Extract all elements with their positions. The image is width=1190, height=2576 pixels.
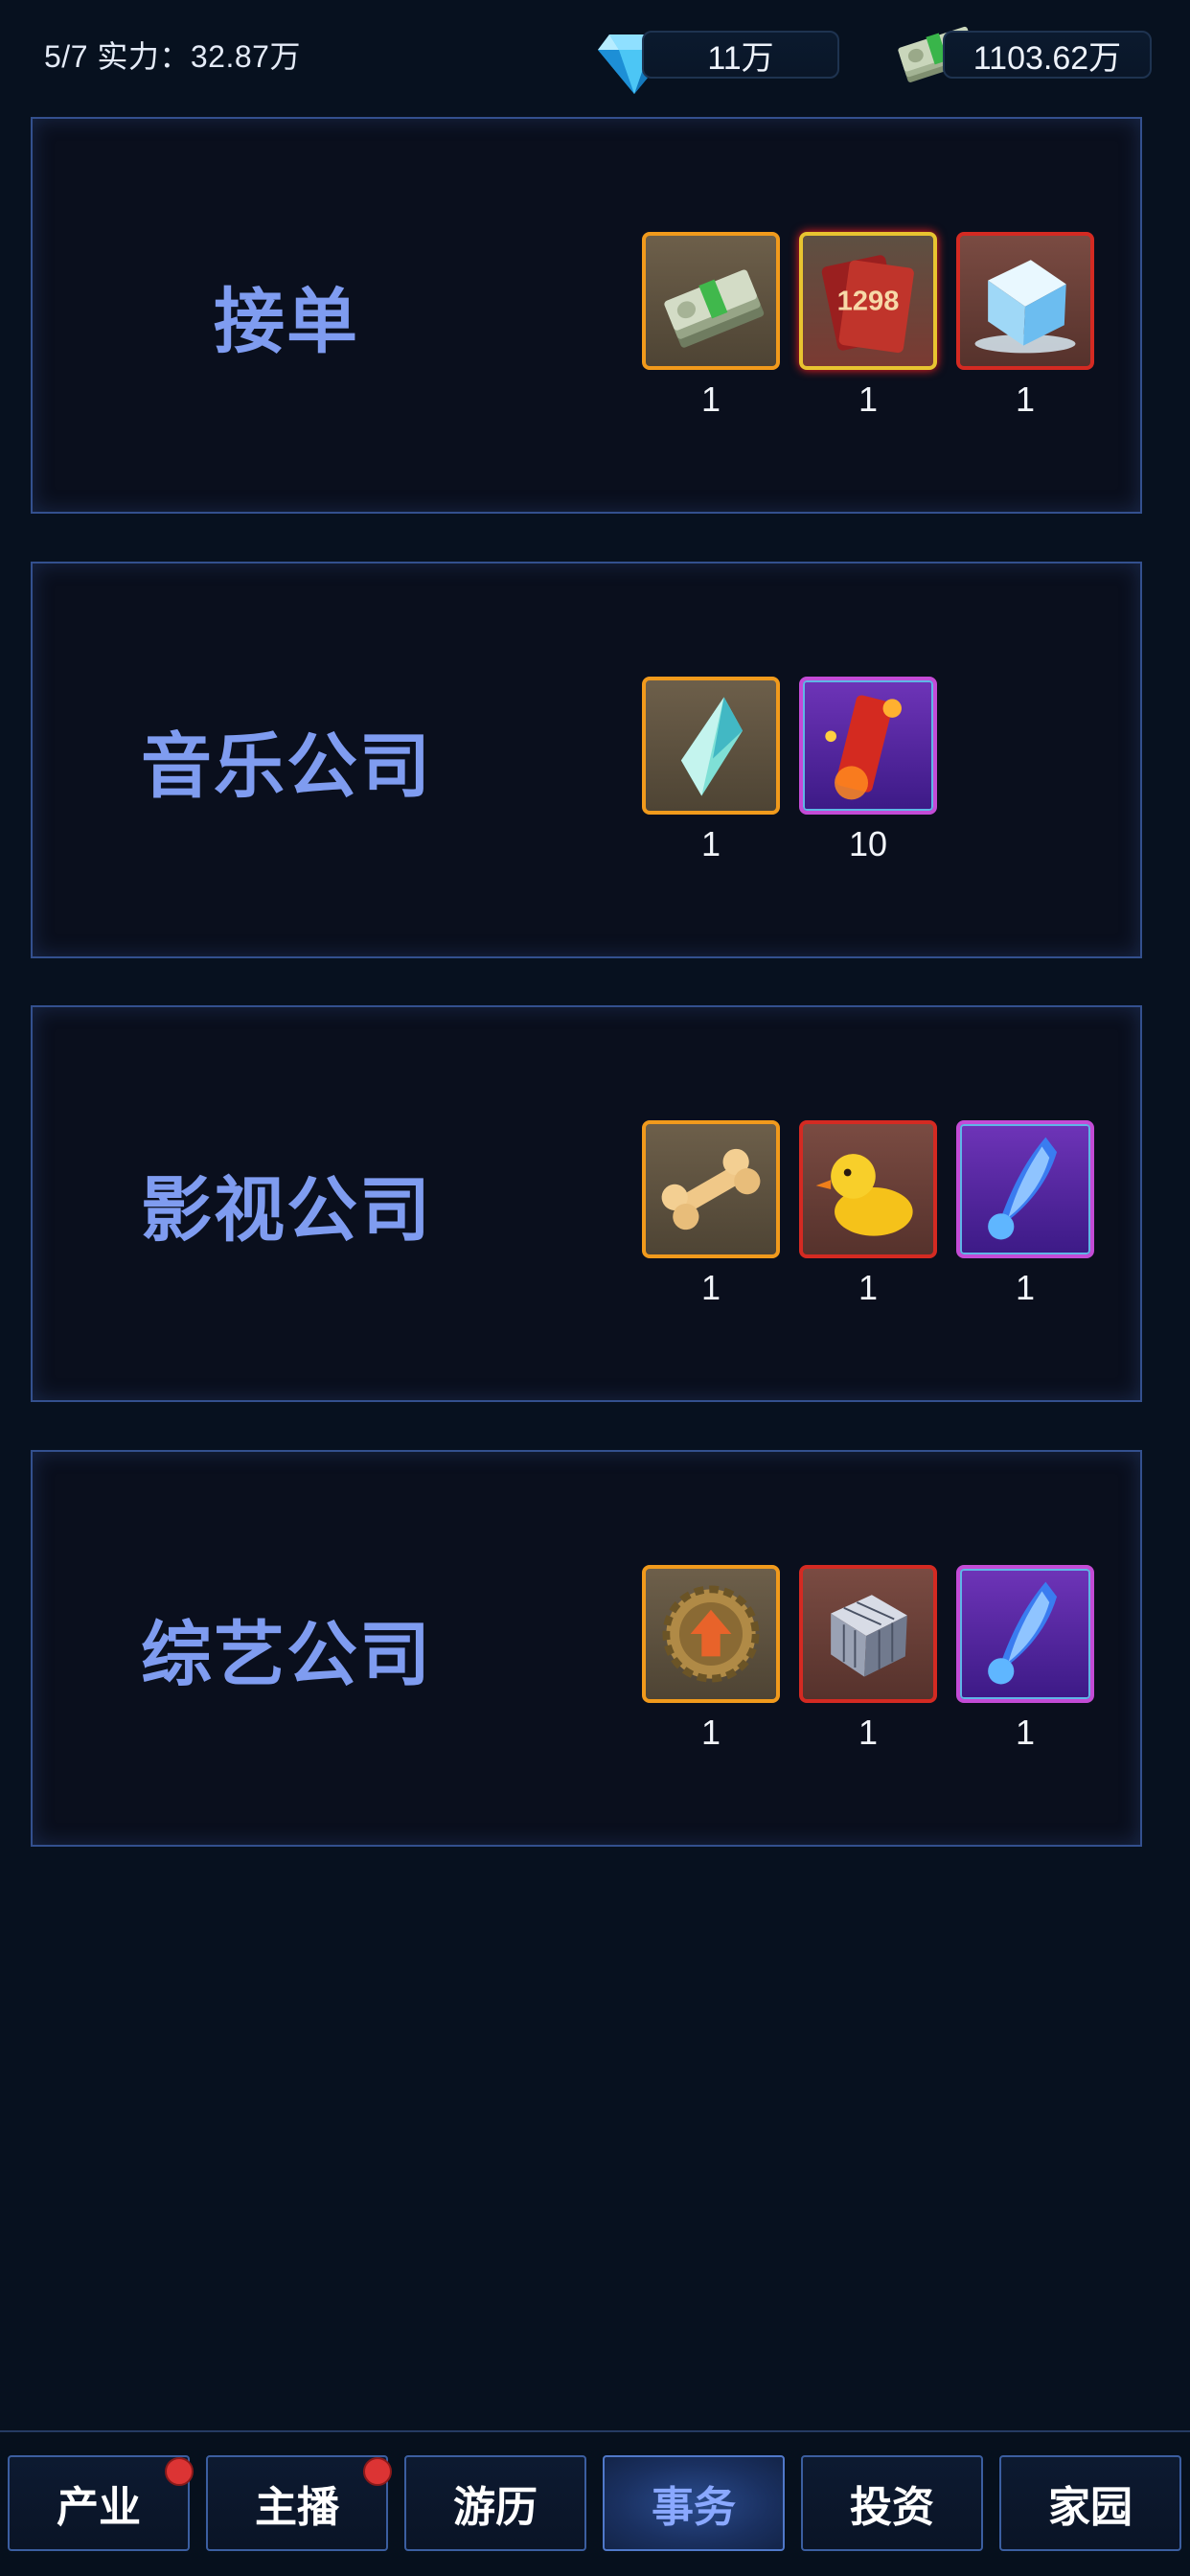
- task-card-variety-company[interactable]: 综艺公司 1 1 1: [31, 1450, 1142, 1847]
- notification-badge: [363, 2457, 392, 2486]
- top-status-bar: 5/7 实力：32.87万 11万 1103.62万: [0, 0, 1190, 105]
- tab-industry[interactable]: 产业: [8, 2455, 190, 2551]
- reward-quantity: 1: [700, 1713, 721, 1752]
- tab-streamer[interactable]: 主播: [206, 2455, 388, 2551]
- blue-flame-feather-icon: [956, 1565, 1094, 1703]
- reward-quantity: 1: [700, 1268, 721, 1307]
- cash-resource[interactable]: 1103.62万: [895, 26, 1152, 82]
- reward-item[interactable]: 1: [956, 232, 1094, 420]
- reward-quantity: 1: [1015, 1713, 1036, 1752]
- reward-item[interactable]: 10: [799, 677, 937, 864]
- blue-flame-feather-icon: [956, 1120, 1094, 1258]
- card-title: 综艺公司: [141, 1614, 432, 1694]
- notification-badge: [165, 2457, 194, 2486]
- reward-quantity: 1: [858, 380, 879, 419]
- reward-item[interactable]: 1: [642, 1120, 780, 1308]
- task-card-order[interactable]: 接单 1 1298 1 1: [31, 117, 1142, 514]
- task-card-music-company[interactable]: 音乐公司 1 10: [31, 562, 1142, 958]
- gear-upgrade-icon: [642, 1565, 780, 1703]
- reward-list: 1 1 1: [642, 1565, 1094, 1753]
- reward-item[interactable]: 1: [956, 1565, 1094, 1753]
- diamond-amount: 11万: [642, 31, 839, 79]
- card-title: 接单: [214, 281, 359, 361]
- tab-travel[interactable]: 游历: [404, 2455, 586, 2551]
- svg-text:1298: 1298: [837, 287, 900, 317]
- task-card-film-company[interactable]: 影视公司 1 1 1: [31, 1005, 1142, 1402]
- reward-quantity: 10: [848, 824, 888, 863]
- red-card-1298-icon: 1298: [799, 232, 937, 370]
- reward-item[interactable]: 1: [799, 1120, 937, 1308]
- reward-item[interactable]: 1: [642, 677, 780, 864]
- rubber-duck-icon: [799, 1120, 937, 1258]
- progress-strength-text: 5/7 实力：32.87万: [44, 39, 301, 74]
- tab-affairs[interactable]: 事务: [603, 2455, 785, 2551]
- reward-list: 1 10: [642, 677, 937, 864]
- reward-item[interactable]: 1: [956, 1120, 1094, 1308]
- card-title: 音乐公司: [141, 725, 432, 806]
- reward-quantity: 1: [1015, 1268, 1036, 1307]
- reward-list: 1 1 1: [642, 1120, 1094, 1308]
- bone-icon: [642, 1120, 780, 1258]
- silver-cube-icon: [799, 1565, 937, 1703]
- crystal-shard-icon: [642, 677, 780, 815]
- reward-quantity: 1: [700, 824, 721, 863]
- reward-quantity: 1: [700, 380, 721, 419]
- card-title: 影视公司: [141, 1169, 432, 1250]
- reward-item[interactable]: 1: [799, 1565, 937, 1753]
- tab-invest[interactable]: 投资: [801, 2455, 983, 2551]
- diamond-resource[interactable]: 11万: [594, 27, 839, 94]
- reward-quantity: 1: [858, 1268, 879, 1307]
- reward-quantity: 1: [1015, 380, 1036, 419]
- reward-item[interactable]: 1298 1: [799, 232, 937, 420]
- bottom-nav: 产业 主播 游历 事务 投资 家园: [0, 2430, 1190, 2576]
- cash-amount: 1103.62万: [943, 31, 1152, 79]
- tab-home[interactable]: 家园: [999, 2455, 1181, 2551]
- red-firework-icon: [799, 677, 937, 815]
- reward-item[interactable]: 1: [642, 1565, 780, 1753]
- reward-item[interactable]: 1: [642, 232, 780, 420]
- ice-cube-icon: [956, 232, 1094, 370]
- cash-stack-icon: [642, 232, 780, 370]
- reward-list: 1 1298 1 1: [642, 232, 1094, 420]
- reward-quantity: 1: [858, 1713, 879, 1752]
